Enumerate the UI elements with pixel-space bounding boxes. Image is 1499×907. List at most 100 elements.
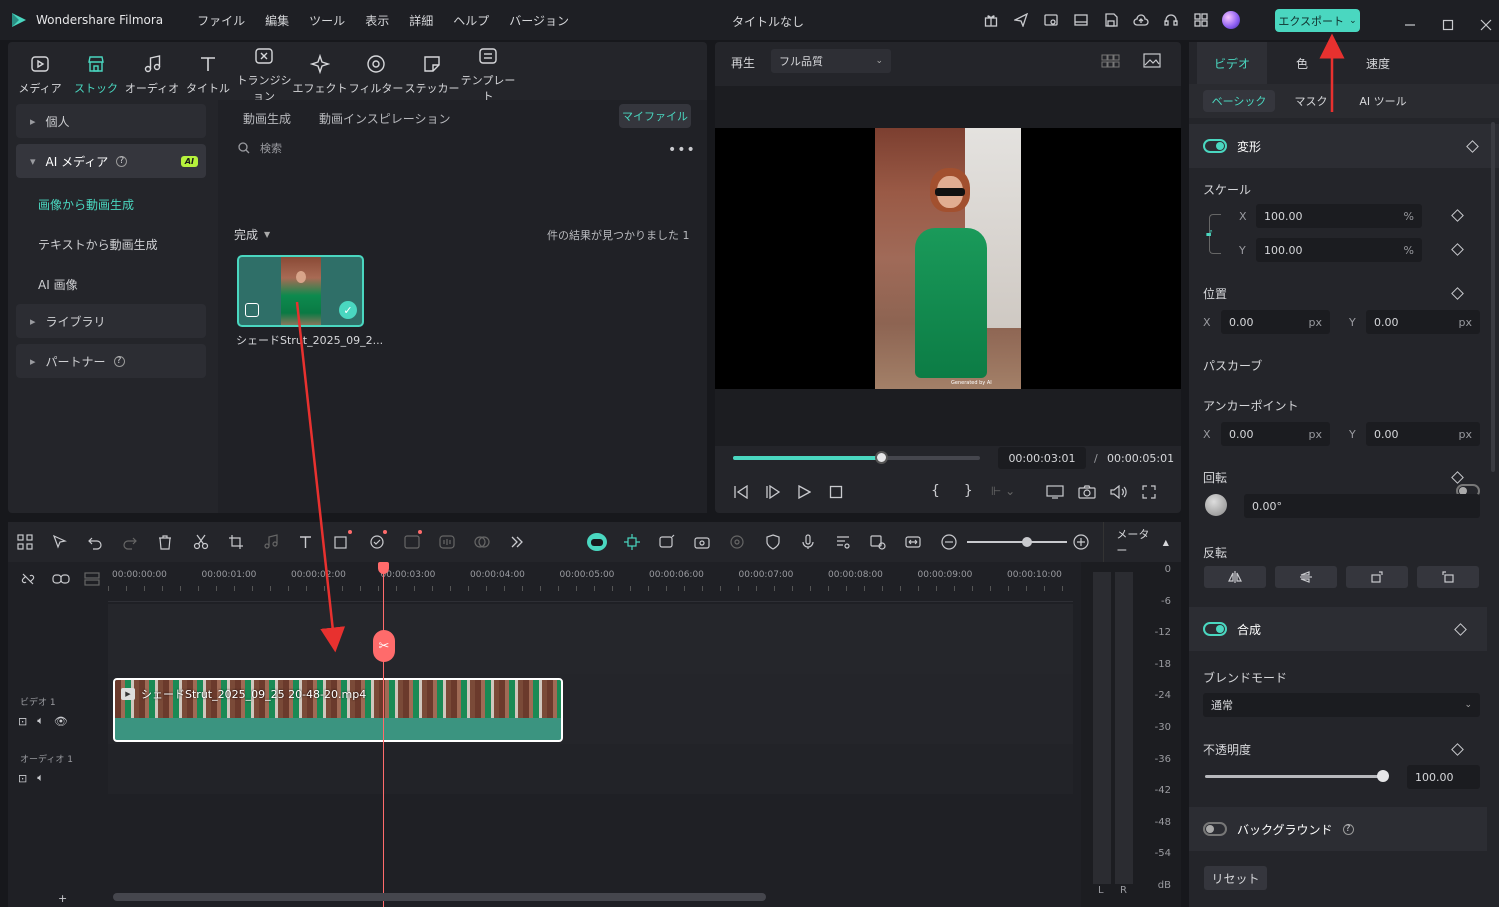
unlink-icon[interactable] <box>20 572 36 586</box>
playhead-handle[interactable] <box>378 562 389 574</box>
menu-view[interactable]: 表示 <box>365 12 389 29</box>
meter-toggle[interactable]: メーター ▲ <box>1103 522 1181 562</box>
grid-view-icon[interactable] <box>1101 54 1121 68</box>
more-tools-icon[interactable] <box>505 529 530 555</box>
auto-reframe-icon[interactable] <box>690 529 715 555</box>
scale-x-input[interactable]: 100.00% <box>1256 204 1422 228</box>
tool-transition[interactable]: トランジション <box>236 44 292 104</box>
ai-effect-icon[interactable] <box>364 529 389 555</box>
zoom-handle[interactable] <box>1022 537 1033 547</box>
tool-audio[interactable]: オーディオ <box>124 52 180 96</box>
keyframe-diamond-icon[interactable] <box>1466 139 1479 153</box>
speaker-icon[interactable]: 🔈︎ <box>37 771 44 785</box>
timeline-scrollbar[interactable] <box>113 893 766 901</box>
playhead-line[interactable] <box>383 564 384 907</box>
microphone-icon[interactable] <box>795 529 820 555</box>
tool-stock[interactable]: ストック <box>68 52 124 96</box>
fit-icon[interactable] <box>901 529 926 555</box>
menu-edit[interactable]: 編集 <box>265 12 289 29</box>
ai-text-icon[interactable] <box>399 529 424 555</box>
video-clip[interactable]: ▶ シェードStrut_2025_09_25 20-48-20.mp4 <box>113 678 563 742</box>
media-manager-icon[interactable] <box>1036 5 1066 35</box>
mark-in-icon[interactable]: { <box>931 483 940 499</box>
keyframe-diamond-icon[interactable] <box>1451 287 1464 300</box>
rotate-left-icon[interactable] <box>1417 566 1479 588</box>
undo-icon[interactable] <box>82 529 107 555</box>
crop-icon[interactable] <box>223 529 248 555</box>
stabilize-icon[interactable] <box>725 529 750 555</box>
sidebar-item-ai-media[interactable]: ▾ AI メディア? AI <box>16 144 206 178</box>
opacity-input[interactable]: 100.00 <box>1407 765 1480 789</box>
text-tool-icon[interactable] <box>294 529 319 555</box>
search-input[interactable]: 検索 <box>260 140 282 156</box>
position-y-input[interactable]: 0.00 px <box>1366 310 1480 334</box>
shield-icon[interactable] <box>760 529 785 555</box>
inspector-scrollbar[interactable] <box>1491 122 1495 472</box>
cloud-upload-icon[interactable] <box>1126 5 1156 35</box>
keyframe-diamond-icon[interactable] <box>1454 622 1467 636</box>
menu-version[interactable]: バージョン <box>509 12 569 29</box>
blend-mode-select[interactable]: 通常 ⌄ <box>1203 693 1480 717</box>
scale-y-input[interactable]: 100.00% <box>1256 238 1422 262</box>
sidebar-item-ai-image[interactable]: AI 画像 <box>8 264 212 304</box>
tab-video-generate[interactable]: 動画生成 <box>243 110 291 127</box>
track-manager-icon[interactable] <box>84 572 100 586</box>
ai-mascot-icon[interactable] <box>584 529 609 555</box>
opacity-slider-handle[interactable] <box>1377 770 1389 782</box>
flip-horizontal-icon[interactable] <box>1204 566 1266 588</box>
done-filter[interactable]: 完成 ▼ <box>234 226 270 243</box>
audio-adjust-icon[interactable] <box>258 529 283 555</box>
close-icon[interactable] <box>1471 10 1499 40</box>
subtab-ai-tools[interactable]: AI ツール <box>1347 93 1419 109</box>
rotate-input[interactable]: 0.00° <box>1244 494 1480 518</box>
fullscreen-icon[interactable] <box>1142 485 1156 499</box>
menu-help[interactable]: ヘルプ <box>453 12 489 29</box>
sidebar-item-personal[interactable]: ▸ 個人 <box>16 104 206 138</box>
link-icon[interactable] <box>52 572 70 586</box>
scissors-icon[interactable] <box>188 529 213 555</box>
export-button[interactable]: エクスポート ⌄ <box>1275 9 1360 32</box>
anchor-y-input[interactable]: 0.00 px <box>1366 422 1480 446</box>
camera-icon[interactable] <box>1078 485 1096 499</box>
send-icon[interactable] <box>1006 5 1036 35</box>
subtab-basic[interactable]: ベーシック <box>1203 90 1275 112</box>
ai-audio-icon[interactable] <box>434 529 459 555</box>
tab-color[interactable]: 色 <box>1267 55 1337 72</box>
voiceover-icon[interactable] <box>830 529 855 555</box>
composite-toggle[interactable] <box>1203 622 1227 636</box>
time-ruler[interactable]: 00:00:00:00 00:00:01:00 00:00:02:00 00:00:0… <box>108 562 1073 602</box>
menu-tools[interactable]: ツール <box>309 12 345 29</box>
apps-grid-icon[interactable] <box>1186 5 1216 35</box>
background-toggle[interactable] <box>1203 822 1227 836</box>
split-scissors-icon[interactable]: ✂ <box>373 630 395 662</box>
save-icon[interactable] <box>1096 5 1126 35</box>
menu-file[interactable]: ファイル <box>197 12 245 29</box>
my-files-button[interactable]: マイファイル <box>619 104 691 128</box>
tool-sticker[interactable]: ステッカー <box>404 52 460 96</box>
folder-lock-icon[interactable]: ⊡ <box>18 715 27 728</box>
reset-button[interactable]: リセット <box>1204 866 1267 890</box>
sidebar-item-library[interactable]: ▸ ライブラリ <box>16 304 206 338</box>
keyframe-diamond-icon[interactable] <box>1451 471 1464 484</box>
next-frame-icon[interactable] <box>765 485 781 499</box>
menu-advanced[interactable]: 詳細 <box>409 12 433 29</box>
flip-vertical-icon[interactable] <box>1275 566 1337 588</box>
progress-handle[interactable] <box>875 451 889 464</box>
select-arrow-icon[interactable] <box>47 529 72 555</box>
quality-select[interactable]: フル品質 ⌄ <box>771 49 891 73</box>
add-track-icon[interactable]: + <box>58 892 67 905</box>
stop-icon[interactable] <box>829 485 843 499</box>
sidebar-item-image-to-video[interactable]: 画像から動画生成 <box>8 184 212 224</box>
tab-video[interactable]: ビデオ <box>1197 42 1267 84</box>
tool-title[interactable]: タイトル <box>180 52 236 96</box>
more-options-icon[interactable]: ••• <box>668 142 696 158</box>
media-thumbnail[interactable]: ✓ <box>237 255 364 327</box>
gift-icon[interactable] <box>976 5 1006 35</box>
zoom-slider[interactable] <box>967 532 1068 552</box>
lock-icon[interactable]: 🔓︎ <box>1206 228 1212 239</box>
speaker-icon[interactable]: 🔈︎ <box>37 714 44 728</box>
marker-icon[interactable]: ⊩ ⌄ <box>991 484 1015 498</box>
zoom-in-icon[interactable] <box>1068 529 1093 555</box>
maximize-icon[interactable] <box>1433 10 1463 40</box>
rotate-dial[interactable] <box>1205 494 1227 516</box>
